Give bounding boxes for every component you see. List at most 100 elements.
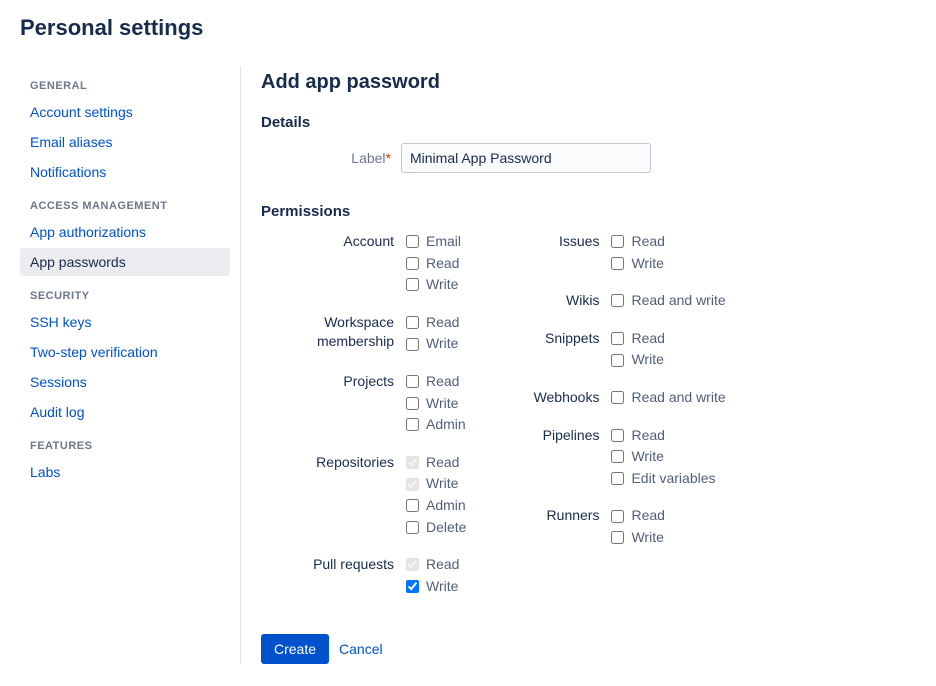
perm-checkbox[interactable] xyxy=(406,521,419,534)
perm-option-label: Read xyxy=(631,329,664,349)
perm-option[interactable]: Read xyxy=(406,254,461,274)
perm-checkbox[interactable] xyxy=(406,338,419,351)
perm-group-label: Webhooks xyxy=(506,388,611,408)
perm-group-label: Pull requests xyxy=(261,555,406,596)
perm-group-label: Repositories xyxy=(261,453,406,537)
perm-option[interactable]: Write xyxy=(406,394,466,414)
perm-option[interactable]: Write xyxy=(611,528,664,548)
perm-option[interactable]: Write xyxy=(611,254,664,274)
perm-checkbox[interactable] xyxy=(406,418,419,431)
perm-option[interactable]: Read and write xyxy=(611,291,725,311)
perm-option[interactable]: Read xyxy=(406,555,459,575)
create-button[interactable]: Create xyxy=(261,634,329,664)
perm-checkbox[interactable] xyxy=(611,510,624,523)
perm-group-account: AccountEmailReadWrite xyxy=(261,232,466,295)
details-heading: Details xyxy=(261,114,916,131)
perm-option[interactable]: Email xyxy=(406,232,461,252)
perm-group-issues: IssuesReadWrite xyxy=(506,232,725,273)
perm-option-label: Read xyxy=(426,372,459,392)
perm-group-label: Runners xyxy=(506,506,611,547)
perm-checkbox[interactable] xyxy=(406,375,419,388)
perm-checkbox[interactable] xyxy=(406,397,419,410)
perm-options: EmailReadWrite xyxy=(406,232,461,295)
perm-option[interactable]: Write xyxy=(406,474,466,494)
label-field-row: Label* xyxy=(261,143,916,173)
cancel-button[interactable]: Cancel xyxy=(339,641,383,657)
perm-option[interactable]: Read and write xyxy=(611,388,725,408)
perm-group-label: Wikis xyxy=(506,291,611,311)
perm-option[interactable]: Write xyxy=(406,334,459,354)
perm-checkbox[interactable] xyxy=(611,472,624,485)
perm-option-label: Write xyxy=(426,334,458,354)
perm-option-label: Email xyxy=(426,232,461,252)
perm-option-label: Admin xyxy=(426,496,466,516)
perm-option[interactable]: Read xyxy=(611,506,664,526)
perm-checkbox[interactable] xyxy=(406,499,419,512)
perm-option[interactable]: Write xyxy=(611,350,664,370)
perm-group-label: Pipelines xyxy=(506,426,611,489)
sidebar-item-sessions[interactable]: Sessions xyxy=(20,368,230,396)
sidebar-item-labs[interactable]: Labs xyxy=(20,458,230,486)
perm-option[interactable]: Delete xyxy=(406,518,466,538)
perm-option-label: Read and write xyxy=(631,388,725,408)
perm-group-snippets: Snippets ReadWrite xyxy=(506,329,725,370)
perm-checkbox[interactable] xyxy=(406,580,419,593)
sidebar-group-heading: FEATURES xyxy=(30,440,230,452)
sidebar-item-email-aliases[interactable]: Email aliases xyxy=(20,128,230,156)
perm-checkbox[interactable] xyxy=(611,235,624,248)
perm-options: ReadWrite xyxy=(611,506,664,547)
perm-options: ReadWriteAdminDelete xyxy=(406,453,466,537)
perm-checkbox[interactable] xyxy=(406,257,419,270)
perm-checkbox[interactable] xyxy=(611,450,624,463)
sidebar-item-app-authorizations[interactable]: App authorizations xyxy=(20,218,230,246)
required-indicator: * xyxy=(386,150,391,166)
perm-checkbox[interactable] xyxy=(406,235,419,248)
perm-option[interactable]: Read xyxy=(406,313,459,333)
perm-option-label: Read xyxy=(426,313,459,333)
perm-option-label: Edit variables xyxy=(631,469,715,489)
perm-group-pull-requests: Pull requestsReadWrite xyxy=(261,555,466,596)
perm-option[interactable]: Write xyxy=(406,577,459,597)
perm-option[interactable]: Edit variables xyxy=(611,469,715,489)
perm-options: Read and write xyxy=(611,291,725,311)
perm-option[interactable]: Read xyxy=(406,453,466,473)
perm-option[interactable]: Write xyxy=(406,275,461,295)
perm-options: ReadWriteEdit variables xyxy=(611,426,715,489)
perm-group-repositories: RepositoriesReadWriteAdminDelete xyxy=(261,453,466,537)
perm-group-label: Snippets xyxy=(506,329,611,370)
perm-option[interactable]: Read xyxy=(611,426,715,446)
perm-group-wikis: WikisRead and write xyxy=(506,291,725,311)
sidebar-item-account-settings[interactable]: Account settings xyxy=(20,98,230,126)
perm-checkbox[interactable] xyxy=(611,294,624,307)
perm-option[interactable]: Read xyxy=(611,329,664,349)
perm-option[interactable]: Write xyxy=(611,447,715,467)
perm-checkbox[interactable] xyxy=(406,316,419,329)
perm-checkbox[interactable] xyxy=(611,531,624,544)
sidebar-item-app-passwords[interactable]: App passwords xyxy=(20,248,230,276)
perm-option[interactable]: Admin xyxy=(406,415,466,435)
sidebar-item-notifications[interactable]: Notifications xyxy=(20,158,230,186)
perm-option-label: Write xyxy=(631,254,663,274)
perm-option-label: Write xyxy=(426,275,458,295)
perm-checkbox[interactable] xyxy=(611,332,624,345)
perm-checkbox[interactable] xyxy=(406,278,419,291)
perm-option[interactable]: Read xyxy=(406,372,466,392)
sidebar-item-audit-log[interactable]: Audit log xyxy=(20,398,230,426)
perm-checkbox[interactable] xyxy=(611,391,624,404)
label-input[interactable] xyxy=(401,143,651,173)
perm-group-webhooks: Webhooks Read and write xyxy=(506,388,725,408)
permissions-col-right: IssuesReadWriteWikisRead and writeSnippe… xyxy=(506,232,725,614)
perm-checkbox[interactable] xyxy=(611,354,624,367)
sidebar-group-heading: ACCESS MANAGEMENT xyxy=(30,200,230,212)
sidebar-item-two-step-verification[interactable]: Two-step verification xyxy=(20,338,230,366)
perm-option[interactable]: Read xyxy=(611,232,664,252)
perm-checkbox[interactable] xyxy=(611,257,624,270)
perm-group-runners: RunnersReadWrite xyxy=(506,506,725,547)
perm-checkbox[interactable] xyxy=(611,429,624,442)
perm-checkbox xyxy=(406,456,419,469)
perm-option-label: Read xyxy=(631,506,664,526)
sidebar-item-ssh-keys[interactable]: SSH keys xyxy=(20,308,230,336)
perm-group-label: Account xyxy=(261,232,406,295)
main-title: Add app password xyxy=(261,71,916,94)
perm-option[interactable]: Admin xyxy=(406,496,466,516)
